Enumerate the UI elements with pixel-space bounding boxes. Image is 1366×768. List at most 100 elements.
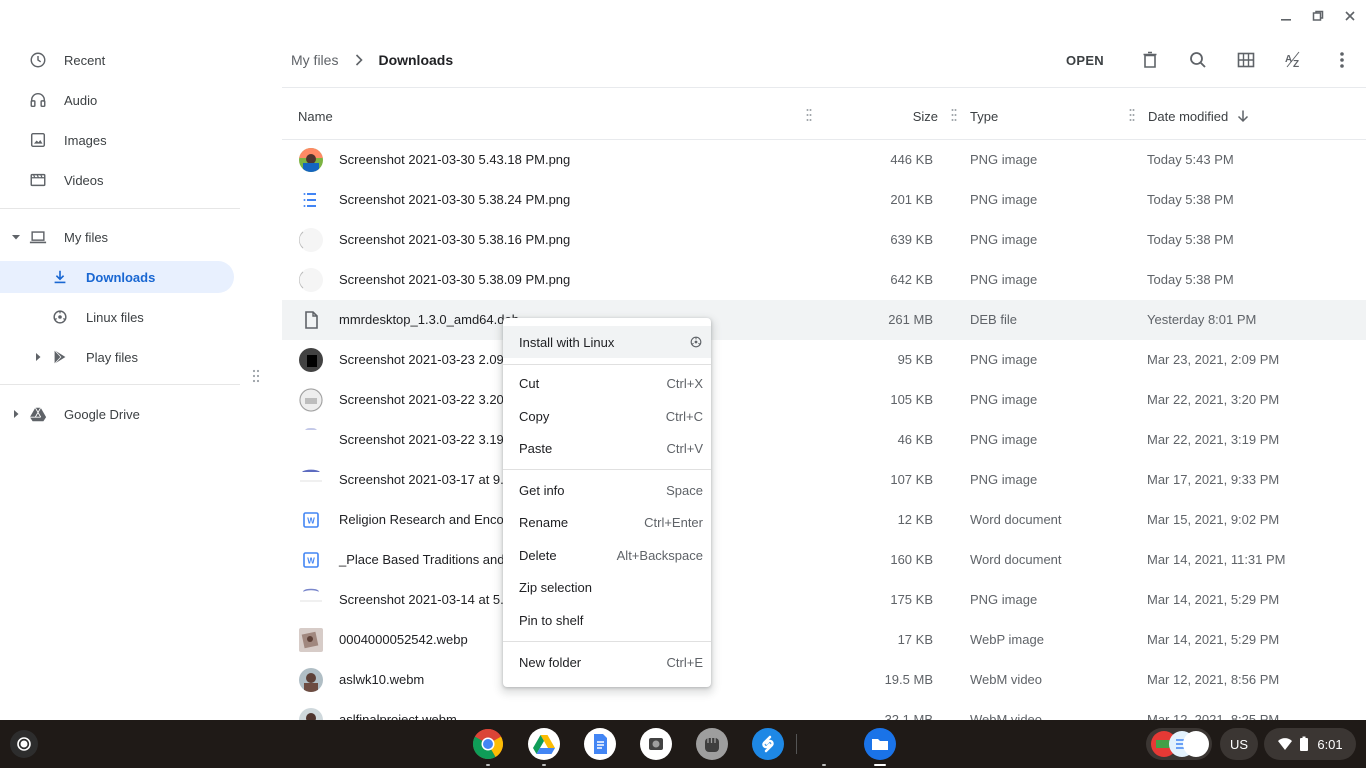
table-row[interactable]: mmrdesktop_1.3.0_amd64.deb 261 MB DEB fi… xyxy=(282,300,1366,340)
table-row[interactable]: Screenshot 2021-03-22 3.19.4 46 KB PNG i… xyxy=(282,420,1366,460)
table-row[interactable]: Screenshot 2021-03-30 5.38.24 PM.png 201… xyxy=(282,180,1366,220)
sidebar: Recent Audio Images Videos My files Down… xyxy=(0,0,240,720)
table-row[interactable]: Screenshot 2021-03-23 2.09.0 95 KB PNG i… xyxy=(282,340,1366,380)
table-row[interactable]: Screenshot 2021-03-17 at 9.3 107 KB PNG … xyxy=(282,460,1366,500)
table-row[interactable]: aslfinalproject.webm 32.1 MB WebM video … xyxy=(282,700,1366,720)
shelf-app-camera[interactable] xyxy=(640,728,672,760)
menu-item-new-folder[interactable]: New folder Ctrl+E xyxy=(503,646,711,678)
sidebar-item-downloads[interactable]: Downloads xyxy=(0,261,234,293)
shelf-app-google-drive[interactable] xyxy=(528,728,560,760)
sidebar-item-videos[interactable]: Videos xyxy=(0,164,240,196)
sort-button[interactable]: AZ xyxy=(1270,40,1318,80)
menu-item-cut[interactable]: Cut Ctrl+X xyxy=(503,367,711,399)
holding-space-tray[interactable] xyxy=(1146,728,1212,760)
sidebar-item-label: Recent xyxy=(64,52,106,68)
menu-item-zip-selection[interactable]: Zip selection xyxy=(503,571,711,603)
file-type: PNG image xyxy=(970,432,1038,447)
file-date: Mar 14, 2021, 5:29 PM xyxy=(1147,592,1280,607)
file-date: Mar 12, 2021, 8:56 PM xyxy=(1147,672,1280,687)
menu-item-install-with-linux[interactable]: Install with Linux xyxy=(503,326,711,358)
breadcrumb-downloads[interactable]: Downloads xyxy=(378,52,453,68)
menu-item-label: Zip selection xyxy=(519,579,592,595)
grid-view-button[interactable] xyxy=(1222,40,1270,80)
video-thumbnail-icon xyxy=(299,708,323,720)
file-type: PNG image xyxy=(970,152,1038,167)
shelf-app-docs[interactable] xyxy=(584,728,616,760)
shelf-app-chrome[interactable] xyxy=(472,728,504,760)
caret-right-icon[interactable] xyxy=(33,352,43,362)
menu-item-rename[interactable]: Rename Ctrl+Enter xyxy=(503,506,711,538)
file-size: 46 KB xyxy=(897,432,933,447)
close-button[interactable] xyxy=(1334,0,1366,32)
status-tray[interactable]: 6:01 xyxy=(1264,728,1356,760)
context-menu: Install with Linux Cut Ctrl+X Copy Ctrl+… xyxy=(503,318,711,687)
clock-icon xyxy=(28,50,48,70)
column-header-name[interactable]: Name xyxy=(298,96,333,136)
file-size: 639 KB xyxy=(890,232,933,247)
column-header-size[interactable]: Size xyxy=(853,96,938,136)
svg-text:Z: Z xyxy=(1293,59,1299,70)
table-row[interactable]: Screenshot 2021-03-22 3.20.0 105 KB PNG … xyxy=(282,380,1366,420)
menu-item-delete[interactable]: Delete Alt+Backspace xyxy=(503,539,711,571)
file-date: Today 5:43 PM xyxy=(1147,152,1234,167)
file-name: mmrdesktop_1.3.0_amd64.deb xyxy=(339,312,519,327)
sidebar-item-audio[interactable]: Audio xyxy=(0,84,240,116)
sidebar-item-label: Google Drive xyxy=(64,406,140,422)
table-row[interactable]: 0004000052542.webp 17 KB WebP image Mar … xyxy=(282,620,1366,660)
file-name: aslfinalproject.webm xyxy=(339,712,457,720)
image-thumbnail-icon xyxy=(299,268,323,292)
search-button[interactable] xyxy=(1174,40,1222,80)
menu-item-shortcut: Ctrl+C xyxy=(665,408,703,424)
caret-down-icon[interactable] xyxy=(11,232,21,242)
linux-icon xyxy=(50,307,70,327)
menu-item-pin-to-shelf[interactable]: Pin to shelf xyxy=(503,604,711,636)
image-thumbnail-icon xyxy=(299,348,323,372)
column-resize-handle[interactable] xyxy=(1129,108,1135,122)
column-resize-handle[interactable] xyxy=(951,108,957,122)
file-date: Mar 17, 2021, 9:33 PM xyxy=(1147,472,1280,487)
column-header-type[interactable]: Type xyxy=(970,96,998,136)
menu-item-copy[interactable]: Copy Ctrl+C xyxy=(503,400,711,432)
restore-icon xyxy=(1312,10,1324,21)
column-header-date-modified[interactable]: Date modified xyxy=(1148,96,1250,136)
table-row[interactable]: W _Place Based Traditions and 160 KB Wor… xyxy=(282,540,1366,580)
more-options-button[interactable] xyxy=(1318,40,1366,80)
file-icon xyxy=(299,308,323,332)
table-row[interactable]: Screenshot 2021-03-30 5.38.16 PM.png 639… xyxy=(282,220,1366,260)
grid-icon xyxy=(1237,52,1255,68)
file-size: 19.5 MB xyxy=(884,672,933,687)
launcher-button[interactable] xyxy=(10,730,38,758)
file-type: WebM video xyxy=(970,672,1043,687)
app-running-indicator xyxy=(486,764,490,766)
caret-right-icon[interactable] xyxy=(11,409,21,419)
table-row[interactable]: aslwk10.webm 19.5 MB WebM video Mar 12, … xyxy=(282,660,1366,700)
maximize-button[interactable] xyxy=(1302,0,1334,32)
sidebar-item-linux-files[interactable]: Linux files xyxy=(0,301,240,333)
sidebar-item-google-drive[interactable]: Google Drive xyxy=(0,398,240,430)
wifi-icon xyxy=(1277,736,1293,752)
sidebar-item-label: My files xyxy=(64,229,109,245)
sidebar-item-recent[interactable]: Recent xyxy=(0,44,240,76)
ime-tray[interactable]: US xyxy=(1220,728,1258,760)
shelf-app-files[interactable] xyxy=(864,728,896,760)
minimize-button[interactable] xyxy=(1270,0,1302,32)
table-row[interactable]: W Religion Research and Encou 12 KB Word… xyxy=(282,500,1366,540)
open-button[interactable]: OPEN xyxy=(1058,45,1112,76)
sidebar-resize-handle[interactable] xyxy=(252,368,260,384)
breadcrumb-my-files[interactable]: My files xyxy=(291,52,338,68)
sidebar-item-play-files[interactable]: Play files xyxy=(0,341,240,373)
menu-item-get-info[interactable]: Get info Space xyxy=(503,474,711,506)
table-row[interactable]: Screenshot 2021-03-30 5.38.09 PM.png 642… xyxy=(282,260,1366,300)
menu-item-paste[interactable]: Paste Ctrl+V xyxy=(503,432,711,464)
sidebar-item-my-files[interactable]: My files xyxy=(0,221,240,253)
table-row[interactable]: Screenshot 2021-03-30 5.43.18 PM.png 446… xyxy=(282,140,1366,180)
column-resize-handle[interactable] xyxy=(806,108,812,122)
search-icon xyxy=(1190,52,1206,68)
delete-button[interactable] xyxy=(1126,40,1174,80)
table-row[interactable]: Screenshot 2021-03-14 at 5.2 175 KB PNG … xyxy=(282,580,1366,620)
file-name: Religion Research and Encou xyxy=(339,512,511,527)
shelf-app-shazam[interactable] xyxy=(752,728,784,760)
shelf-app-fist[interactable] xyxy=(696,728,728,760)
file-type: PNG image xyxy=(970,232,1038,247)
sidebar-item-images[interactable]: Images xyxy=(0,124,240,156)
